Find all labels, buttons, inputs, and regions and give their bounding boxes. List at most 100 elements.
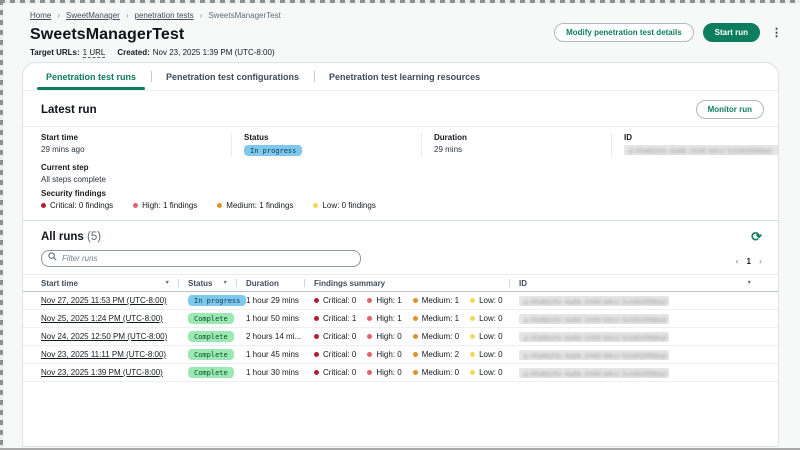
high-severity-dot-icon bbox=[133, 203, 138, 208]
pagination: ‹ 1 › bbox=[736, 256, 762, 267]
pagination-prev[interactable]: ‹ bbox=[736, 256, 739, 266]
redacted-run-id: p-0fa6b20c 4a6b 1049 b9c2 5cfd53f96baf bbox=[519, 350, 669, 360]
high-severity-dot-icon bbox=[367, 352, 372, 357]
finding-medium: Medium: 1 bbox=[413, 314, 459, 323]
run-start-time-link[interactable]: Nov 24, 2025 12:50 PM (UTC-8:00) bbox=[41, 332, 167, 341]
medium-severity-dot-icon bbox=[413, 370, 418, 375]
run-findings-summary: Critical: 0High: 0Medium: 2Low: 0 bbox=[304, 350, 509, 359]
table-header: Start time ▼ Status ▼ Duration Findings … bbox=[23, 274, 778, 292]
finding-critical: Critical: 0 findings bbox=[41, 201, 113, 210]
redacted-run-id: p-0fa6b20c 4a6b 1049 b9c2 5cfd53f96baf bbox=[519, 368, 669, 378]
table-row: Nov 24, 2025 12:50 PM (UTC-8:00)Complete… bbox=[23, 328, 778, 346]
start-run-button[interactable]: Start run bbox=[703, 23, 760, 42]
high-severity-dot-icon bbox=[367, 298, 372, 303]
medium-severity-dot-icon bbox=[413, 334, 418, 339]
current-step-field: Current step All steps complete bbox=[23, 160, 778, 184]
run-status-badge: Complete bbox=[188, 313, 234, 324]
run-findings-summary: Critical: 0High: 0Medium: 0Low: 0 bbox=[304, 368, 509, 377]
screenshot-selection-border-left bbox=[0, 0, 3, 450]
finding-high: High: 0 bbox=[367, 350, 401, 359]
header-actions: Modify penetration test details Start ru… bbox=[554, 23, 784, 42]
target-urls-link[interactable]: 1 URL bbox=[83, 48, 106, 58]
latest-run-details: Start time 29 mins ago Status In progres… bbox=[23, 127, 778, 160]
modify-penetration-test-details-button[interactable]: Modify penetration test details bbox=[554, 23, 694, 42]
breadcrumb-penetration-tests[interactable]: penetration tests bbox=[135, 11, 194, 20]
finding-critical: Critical: 0 bbox=[314, 368, 356, 377]
table-row: Nov 23, 2025 1:39 PM (UTC-8:00)Complete1… bbox=[23, 364, 778, 382]
start-time-label: Start time bbox=[41, 133, 219, 142]
sort-caret-icon[interactable]: ▼ bbox=[223, 280, 228, 286]
target-urls-label: Target URLs: bbox=[30, 48, 80, 57]
redacted-run-id: p-0fa6b20c 4a6b 1049 b9c2 5cfd53f96baf bbox=[519, 314, 669, 324]
status-label: Status bbox=[244, 133, 409, 142]
finding-critical: Critical: 0 bbox=[314, 296, 356, 305]
low-severity-dot-icon bbox=[470, 334, 475, 339]
finding-low: Low: 0 bbox=[470, 332, 503, 341]
critical-severity-dot-icon bbox=[314, 370, 319, 375]
breadcrumb-sweetmanager[interactable]: SweetManager bbox=[66, 11, 120, 20]
tab-penetration-test-runs[interactable]: Penetration test runs bbox=[31, 63, 151, 90]
medium-severity-dot-icon bbox=[413, 316, 418, 321]
finding-low: Low: 0 bbox=[470, 368, 503, 377]
low-severity-dot-icon bbox=[470, 316, 475, 321]
column-findings-summary[interactable]: Findings summary bbox=[304, 275, 509, 291]
medium-severity-dot-icon bbox=[217, 203, 222, 208]
column-status[interactable]: Status ▼ bbox=[178, 275, 236, 291]
finding-critical: Critical: 0 bbox=[314, 350, 356, 359]
finding-high: High: 0 bbox=[367, 368, 401, 377]
sort-caret-icon[interactable]: ▼ bbox=[165, 280, 170, 286]
kebab-menu-icon[interactable]: ⋮ bbox=[769, 26, 784, 39]
filter-row: ‹ 1 › bbox=[23, 246, 778, 274]
current-step-label: Current step bbox=[41, 163, 760, 172]
column-id[interactable]: ID ▼ bbox=[509, 275, 760, 291]
breadcrumb-separator: › bbox=[200, 11, 203, 20]
column-start-time[interactable]: Start time ▼ bbox=[41, 275, 178, 291]
breadcrumb-current: SweetsManagerTest bbox=[208, 11, 280, 20]
all-runs-count: (5) bbox=[87, 231, 101, 243]
redacted-run-id: p-0fa6b20c 4a6b 1049 b9c2 5cfd53f96baf bbox=[519, 332, 669, 342]
duration-label: Duration bbox=[434, 133, 599, 142]
tab-penetration-test-learning-resources[interactable]: Penetration test learning resources bbox=[314, 63, 495, 90]
current-step-value: All steps complete bbox=[41, 175, 760, 184]
filter-runs-input[interactable] bbox=[41, 250, 361, 267]
page-header: Home › SweetManager › penetration tests … bbox=[30, 11, 600, 57]
finding-critical: Critical: 0 bbox=[314, 332, 356, 341]
run-start-time-link[interactable]: Nov 27, 2025 11:53 PM (UTC-8:00) bbox=[41, 296, 167, 305]
page-title: SweetsManagerTest bbox=[30, 26, 600, 44]
critical-severity-dot-icon bbox=[41, 203, 46, 208]
run-duration: 2 hours 14 mi... bbox=[236, 332, 304, 341]
security-findings-label: Security findings bbox=[41, 189, 760, 198]
finding-low: Low: 0 bbox=[470, 314, 503, 323]
run-start-time-link[interactable]: Nov 23, 2025 11:11 PM (UTC-8:00) bbox=[41, 350, 166, 359]
finding-low: Low: 0 findings bbox=[313, 201, 375, 210]
monitor-run-button[interactable]: Monitor run bbox=[696, 100, 764, 119]
duration-value: 29 mins bbox=[434, 145, 599, 154]
finding-medium: Medium: 1 findings bbox=[217, 201, 293, 210]
sort-caret-icon[interactable]: ▼ bbox=[747, 280, 752, 286]
filter-box bbox=[41, 248, 361, 267]
tab-penetration-test-configurations[interactable]: Penetration test configurations bbox=[151, 63, 314, 90]
refresh-icon[interactable]: ⟳ bbox=[751, 230, 762, 243]
run-findings-summary: Critical: 1High: 1Medium: 1Low: 0 bbox=[304, 314, 509, 323]
column-duration[interactable]: Duration bbox=[236, 275, 304, 291]
pagination-next[interactable]: › bbox=[759, 256, 762, 266]
finding-critical: Critical: 1 bbox=[314, 314, 356, 323]
finding-medium: Medium: 1 bbox=[413, 296, 459, 305]
pagination-page-1[interactable]: 1 bbox=[747, 257, 751, 266]
table-row: Nov 25, 2025 1:24 PM (UTC-8:00) Complete1… bbox=[23, 310, 778, 328]
run-duration: 1 hour 30 mins bbox=[236, 368, 304, 377]
start-time-field: Start time 29 mins ago bbox=[41, 133, 231, 156]
latest-run-heading: Latest run bbox=[41, 104, 97, 116]
tabs-row: Penetration test runs Penetration test c… bbox=[23, 63, 778, 91]
created-value: Nov 23, 2025 1:39 PM (UTC-8:00) bbox=[153, 48, 275, 57]
breadcrumb-separator: › bbox=[57, 11, 60, 20]
screenshot-selection-border-top bbox=[0, 0, 800, 3]
redacted-run-id: p-0fa6b20c 4a6b 1049 b9c2 5cfd53f96baf bbox=[519, 296, 669, 306]
run-start-time-link[interactable]: Nov 25, 2025 1:24 PM (UTC-8:00) bbox=[41, 314, 163, 323]
run-start-time-link[interactable]: Nov 23, 2025 1:39 PM (UTC-8:00) bbox=[41, 368, 163, 377]
breadcrumb-home[interactable]: Home bbox=[30, 11, 51, 20]
run-duration: 1 hour 50 mins bbox=[236, 314, 304, 323]
medium-severity-dot-icon bbox=[413, 298, 418, 303]
redacted-run-id: p-0fa6b20c 4a6b 1049 b9c2 5cfd53f96baf bbox=[624, 145, 779, 155]
finding-high: High: 1 bbox=[367, 296, 401, 305]
